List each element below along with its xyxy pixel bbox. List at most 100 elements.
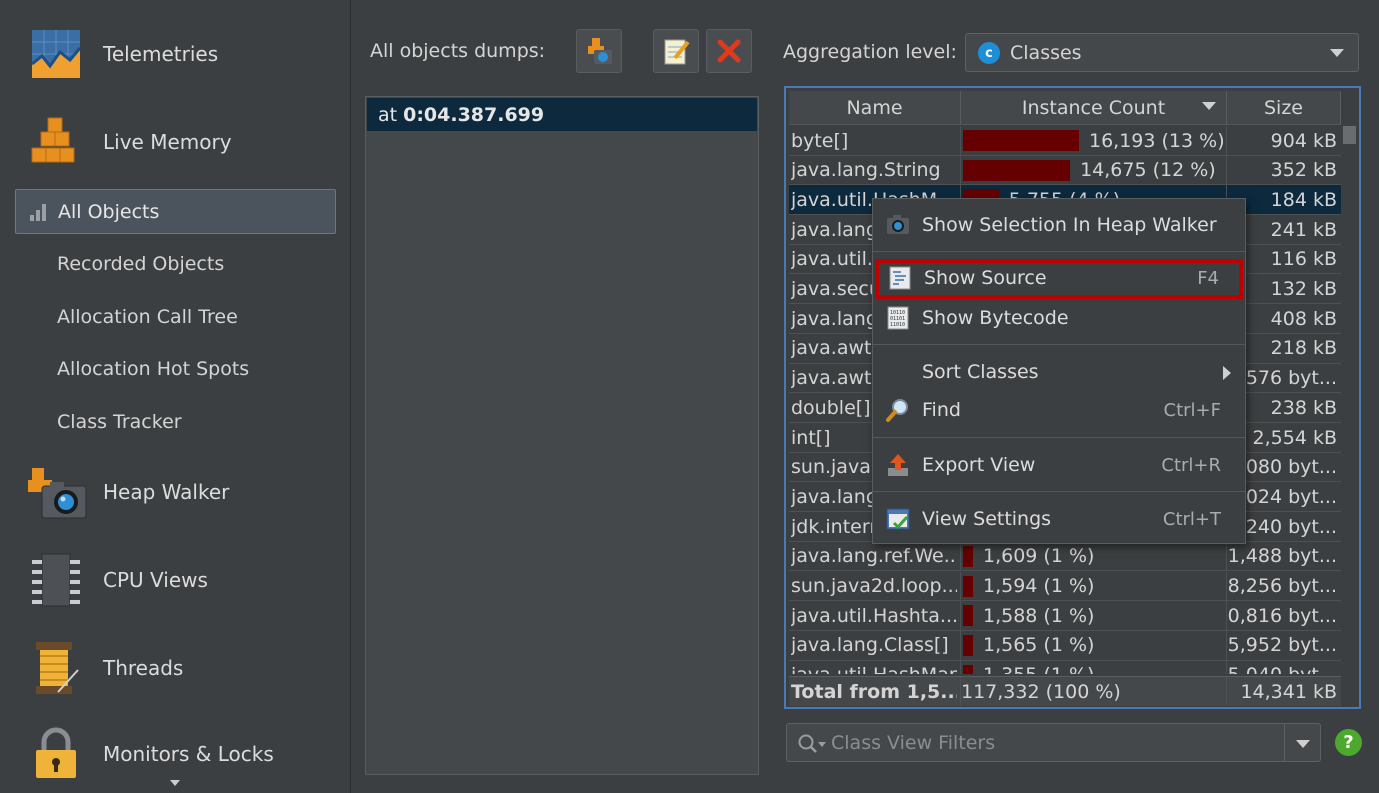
row-instance-count-text: 1,588 (1 %) (983, 604, 1095, 627)
menu-find[interactable]: Find Ctrl+F (873, 391, 1245, 429)
menu-export-view-shortcut: Ctrl+R (1161, 455, 1221, 476)
svg-text:11010: 11010 (890, 322, 905, 328)
nav-recorded-objects[interactable]: Recorded Objects (57, 253, 224, 275)
telemetries-icon (28, 26, 84, 82)
bar-chart-icon (30, 203, 48, 221)
edit-notepad-icon (664, 39, 690, 65)
class-view-filter[interactable]: Class View Filters (786, 723, 1321, 762)
nav-all-objects-label: All Objects (58, 200, 160, 223)
sort-descending-icon (1202, 102, 1216, 110)
nav-cpu-views[interactable]: CPU Views (28, 552, 208, 608)
row-class-name: java.lang.Class[] (791, 634, 949, 657)
menu-sort-classes-label: Sort Classes (922, 361, 1039, 383)
row-instance-count-text: 1,594 (1 %) (983, 575, 1095, 597)
aggregation-label: Aggregation level: (783, 41, 957, 63)
help-icon[interactable]: ? (1335, 729, 1362, 756)
nav-monitors-locks-label: Monitors & Locks (103, 742, 274, 766)
row-class-name: java.lang.String (791, 159, 941, 182)
menu-show-source-label: Show Source (924, 267, 1047, 289)
view-settings-icon (886, 508, 910, 530)
table-row[interactable]: java.lang.Class[] 1,565 (1 %) 45,952 byt..… (789, 630, 1341, 661)
row-instance-count: 1,588 (1 %) (961, 601, 1223, 630)
instance-count-bar (963, 664, 973, 674)
menu-sort-classes[interactable]: Sort Classes (873, 353, 1245, 391)
column-header-count-label: Instance Count (1021, 97, 1166, 119)
row-class-name: java.util.HashMap... (791, 661, 957, 674)
sidebar-scroll-down-icon[interactable] (170, 780, 180, 786)
search-icon (798, 734, 826, 753)
nav-threads[interactable]: Threads (28, 640, 183, 696)
menu-show-in-heap-walker[interactable]: Show Selection In Heap Walker (873, 206, 1245, 244)
chevron-down-icon (1330, 49, 1344, 57)
scrollbar-thumb[interactable] (1343, 126, 1356, 144)
column-header-size-label: Size (1263, 97, 1303, 119)
menu-show-source[interactable]: Show Source F4 (875, 259, 1243, 299)
heap-walker-camera-icon (887, 215, 909, 234)
table-scrollbar[interactable] (1342, 126, 1357, 674)
dump-row-time: 0:04.387.699 (403, 103, 545, 126)
row-class-name: sun.java2d.loop... (791, 575, 957, 597)
row-size: 38,256 byt... (1227, 575, 1337, 597)
row-instance-count-text: 1,565 (1 %) (983, 634, 1095, 657)
column-header-instance-count[interactable]: Instance Count (961, 91, 1227, 125)
nav-allocation-call-tree[interactable]: Allocation Call Tree (57, 306, 238, 328)
export-icon (888, 454, 908, 476)
table-row[interactable]: java.util.HashMap... 1,355 (1 %) 65,040 by… (789, 660, 1341, 674)
row-size: 352 kB (1270, 159, 1337, 182)
table-row[interactable]: byte[] 16,193 (13 %) 904 kB (789, 126, 1341, 156)
nav-class-tracker[interactable]: Class Tracker (57, 411, 182, 433)
instance-count-bar (963, 605, 973, 627)
heap-walker-icon (28, 464, 87, 520)
table-total-row: Total from 1,5... 117,332 (100 %) 14,341… (789, 676, 1341, 706)
menu-export-view[interactable]: Export View Ctrl+R (873, 446, 1245, 484)
row-size: 904 kB (1270, 129, 1337, 152)
source-file-icon (889, 266, 911, 290)
instance-count-bar (963, 545, 973, 567)
filter-dropdown-icon[interactable] (1296, 740, 1310, 748)
dumps-label: All objects dumps: (370, 40, 546, 62)
menu-show-in-heap-walker-label: Show Selection In Heap Walker (922, 214, 1217, 236)
row-class-name: byte[] (791, 129, 849, 152)
column-header-name-label: Name (846, 97, 903, 119)
table-row[interactable]: sun.java2d.loop... 1,594 (1 %) 38,256 byt.… (789, 571, 1341, 602)
nav-live-memory[interactable]: Live Memory (28, 114, 232, 170)
column-header-size[interactable]: Size (1227, 91, 1341, 125)
row-size: 50,816 byt... (1227, 604, 1337, 627)
delete-dump-button[interactable] (706, 29, 752, 73)
row-instance-count-text: 16,193 (13 %) (1089, 129, 1223, 152)
nav-telemetries[interactable]: Telemetries (28, 26, 218, 82)
column-header-name[interactable]: Name (789, 91, 961, 125)
nav-heap-walker[interactable]: Heap Walker (28, 464, 229, 520)
total-count: 117,332 (100 %) (961, 680, 1121, 703)
menu-find-label: Find (922, 399, 961, 421)
menu-export-view-label: Export View (922, 454, 1036, 476)
nav-monitors-locks[interactable]: Monitors & Locks (28, 726, 274, 782)
table-row[interactable]: java.lang.ref.We... 1,609 (1 %) 51,488 byt… (789, 541, 1341, 572)
table-row[interactable]: java.util.Hashta... 1,588 (1 %) 50,816 byt… (789, 601, 1341, 631)
menu-view-settings-shortcut: Ctrl+T (1162, 509, 1221, 530)
menu-show-source-shortcut: F4 (1197, 268, 1219, 289)
row-instance-count: 1,355 (1 %) (961, 661, 1223, 674)
instance-count-bar (963, 634, 973, 656)
table-row[interactable]: java.lang.String 14,675 (12 %) 352 kB (789, 155, 1341, 186)
aggregation-select[interactable]: c Classes (965, 33, 1359, 72)
bytecode-icon: 10110 01101 11010 (887, 306, 909, 330)
dumps-list: at 0:04.387.699 (365, 96, 759, 775)
nav-heap-walker-label: Heap Walker (103, 480, 230, 504)
take-dump-button[interactable] (576, 29, 622, 73)
dump-row-prefix: at (378, 103, 398, 126)
edit-dump-button[interactable] (653, 29, 699, 73)
menu-view-settings[interactable]: View Settings Ctrl+T (873, 500, 1245, 538)
aggregation-value: Classes (1010, 42, 1082, 64)
nav-all-objects[interactable]: All Objects (15, 189, 336, 234)
live-memory-icon (28, 114, 84, 170)
nav-allocation-hot-spots[interactable]: Allocation Hot Spots (57, 358, 249, 380)
sidebar: Telemetries Live Memory All Objects Reco… (0, 0, 351, 793)
menu-show-bytecode[interactable]: 10110 01101 11010 Show Bytecode (873, 299, 1245, 337)
table-header: Name Instance Count Size (789, 91, 1341, 125)
row-instance-count-text: 1,355 (1 %) (983, 661, 1094, 674)
total-name: Total from 1,5... (791, 680, 957, 703)
row-instance-count: 14,675 (12 %) (961, 156, 1223, 185)
dump-row[interactable]: at 0:04.387.699 (367, 98, 757, 131)
filter-placeholder: Class View Filters (831, 732, 996, 754)
